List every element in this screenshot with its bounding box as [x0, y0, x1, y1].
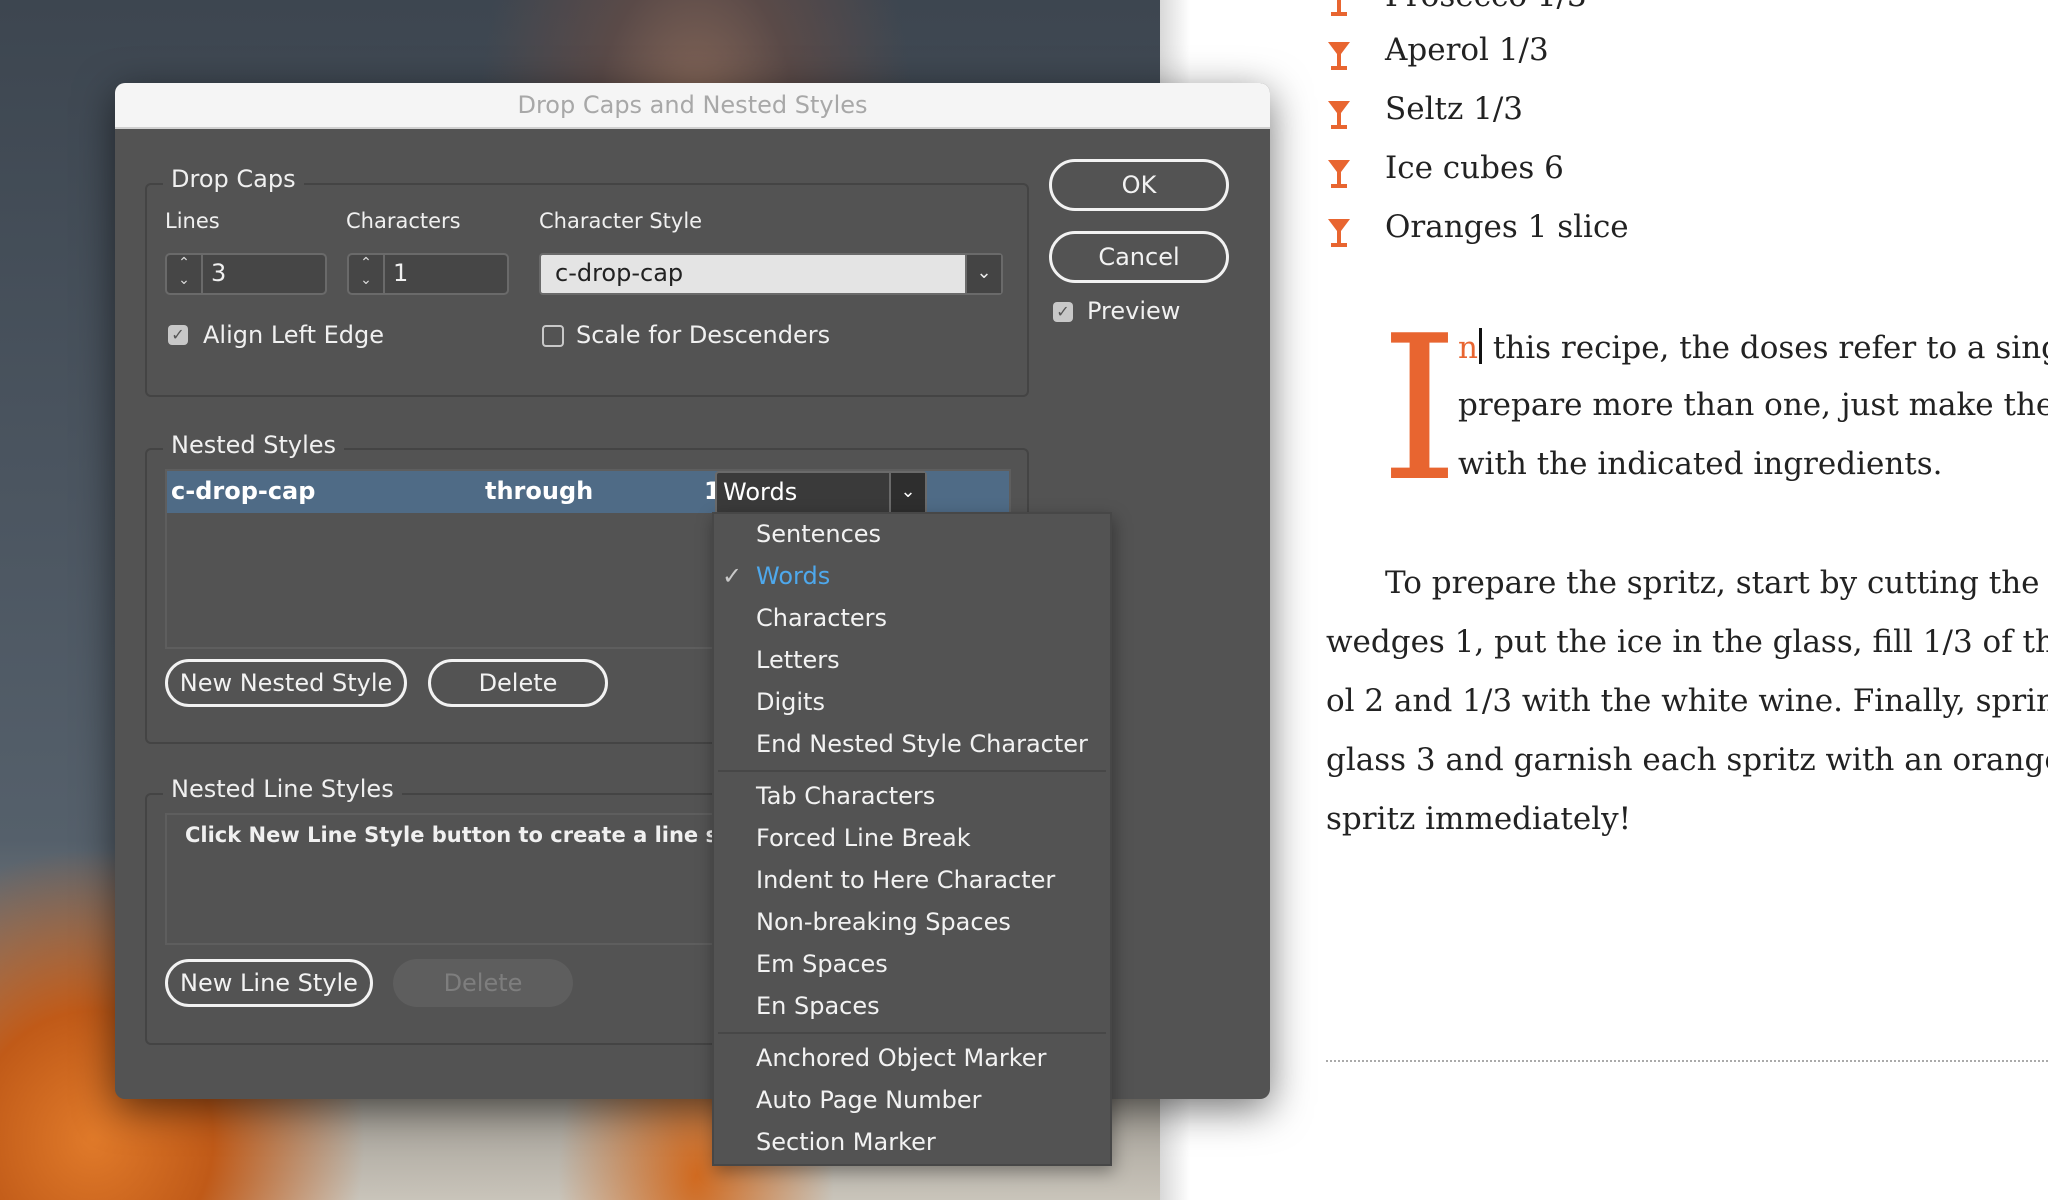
menu-item-indent-to-here[interactable]: Indent to Here Character — [756, 866, 1055, 894]
paragraph-line[interactable]: glass 3 and garnish each spritz with an … — [1326, 742, 2048, 778]
text-frame-edge — [1326, 1060, 2048, 1062]
ingredient-item: Ice cubes 6 — [1385, 150, 1564, 186]
drop-cap-second-char: n — [1458, 330, 1478, 366]
paragraph-line[interactable]: with the indicated ingredients. — [1458, 446, 1943, 482]
scale-descenders-label[interactable]: Scale for Descenders — [576, 321, 830, 349]
cancel-button[interactable]: Cancel — [1049, 231, 1229, 283]
stepper-arrows-icon[interactable]: ⌃ ⌄ — [349, 255, 385, 293]
menu-separator — [718, 1032, 1106, 1034]
cocktail-glass-icon — [1328, 42, 1350, 70]
cocktail-glass-icon — [1328, 101, 1350, 129]
characters-label: Characters — [346, 209, 461, 233]
menu-item-tab-characters[interactable]: Tab Characters — [756, 782, 935, 810]
paragraph-line[interactable]: wedges 1, put the ice in the glass, fill… — [1326, 624, 2048, 660]
nested-styles-legend: Nested Styles — [163, 431, 345, 459]
preview-label[interactable]: Preview — [1087, 297, 1180, 325]
menu-item-end-nested-style-character[interactable]: End Nested Style Character — [756, 730, 1088, 758]
menu-item-digits[interactable]: Digits — [756, 688, 825, 716]
align-left-edge-checkbox[interactable]: ✓ — [168, 325, 188, 345]
menu-item-words[interactable]: Words — [756, 562, 830, 590]
chevron-down-icon[interactable]: ⌄ — [965, 255, 1001, 293]
paragraph-line[interactable]: prepare more than one, just make the pro — [1458, 387, 2048, 423]
lines-label: Lines — [165, 209, 220, 233]
ok-button[interactable]: OK — [1049, 159, 1229, 211]
menu-separator — [718, 770, 1106, 772]
menu-item-non-breaking-spaces[interactable]: Non-breaking Spaces — [756, 908, 1011, 936]
text-cursor — [1478, 328, 1482, 364]
nested-line-styles-legend: Nested Line Styles — [163, 775, 402, 803]
character-style-label: Character Style — [539, 209, 703, 233]
ingredient-item: Prosecco 1/3 — [1385, 0, 1587, 14]
align-left-edge-label[interactable]: Align Left Edge — [203, 321, 384, 349]
ingredient-item: Aperol 1/3 — [1385, 32, 1549, 68]
paragraph-line[interactable]: spritz immediately! — [1326, 801, 1631, 837]
checkmark-icon: ✓ — [722, 562, 743, 590]
menu-item-forced-line-break[interactable]: Forced Line Break — [756, 824, 971, 852]
paragraph-line[interactable]: To prepare the spritz, start by cutting … — [1385, 565, 2048, 601]
menu-item-letters[interactable]: Letters — [756, 646, 840, 674]
drop-cap-letter: I — [1380, 293, 1460, 526]
menu-item-sentences[interactable]: Sentences — [756, 520, 881, 548]
delete-nested-style-button[interactable]: Delete — [428, 659, 608, 707]
new-line-style-button[interactable]: New Line Style — [165, 959, 373, 1007]
cocktail-glass-icon — [1328, 0, 1350, 16]
ingredient-item: Seltz 1/3 — [1385, 91, 1524, 127]
new-nested-style-button[interactable]: New Nested Style — [165, 659, 407, 707]
menu-item-anchored-object-marker[interactable]: Anchored Object Marker — [756, 1044, 1046, 1072]
menu-item-section-marker[interactable]: Section Marker — [756, 1128, 936, 1156]
dialog-title[interactable]: Drop Caps and Nested Styles — [115, 83, 1270, 129]
cocktail-glass-icon — [1328, 160, 1350, 188]
menu-item-en-spaces[interactable]: En Spaces — [756, 992, 880, 1020]
unit-select[interactable]: Words ⌄ — [715, 471, 927, 515]
menu-item-characters[interactable]: Characters — [756, 604, 887, 632]
character-style-select[interactable]: c-drop-cap ⌄ — [539, 253, 1003, 295]
unit-dropdown-menu: Sentences ✓ Words Characters Letters Dig… — [712, 512, 1112, 1166]
drop-caps-legend: Drop Caps — [163, 165, 304, 193]
ingredient-item: Oranges 1 slice — [1385, 209, 1629, 245]
empty-line-styles-message: Click New Line Style button to create a … — [185, 823, 772, 847]
delete-line-style-button: Delete — [393, 959, 573, 1007]
menu-item-auto-page-number[interactable]: Auto Page Number — [756, 1086, 982, 1114]
chevron-down-icon[interactable]: ⌄ — [889, 473, 925, 513]
scale-descenders-checkbox[interactable] — [542, 325, 564, 347]
cocktail-glass-icon — [1328, 219, 1350, 247]
menu-item-em-spaces[interactable]: Em Spaces — [756, 950, 888, 978]
lines-stepper[interactable]: ⌃ ⌄ 3 — [165, 253, 327, 295]
characters-stepper[interactable]: ⌃ ⌄ 1 — [347, 253, 509, 295]
paragraph-line[interactable]: ol 2 and 1/3 with the white wine. Finall… — [1326, 683, 2048, 719]
stepper-arrows-icon[interactable]: ⌃ ⌄ — [167, 255, 203, 293]
paragraph-line[interactable]: n this recipe, the doses refer to a sing… — [1458, 328, 2048, 366]
preview-checkbox[interactable]: ✓ — [1053, 302, 1073, 322]
